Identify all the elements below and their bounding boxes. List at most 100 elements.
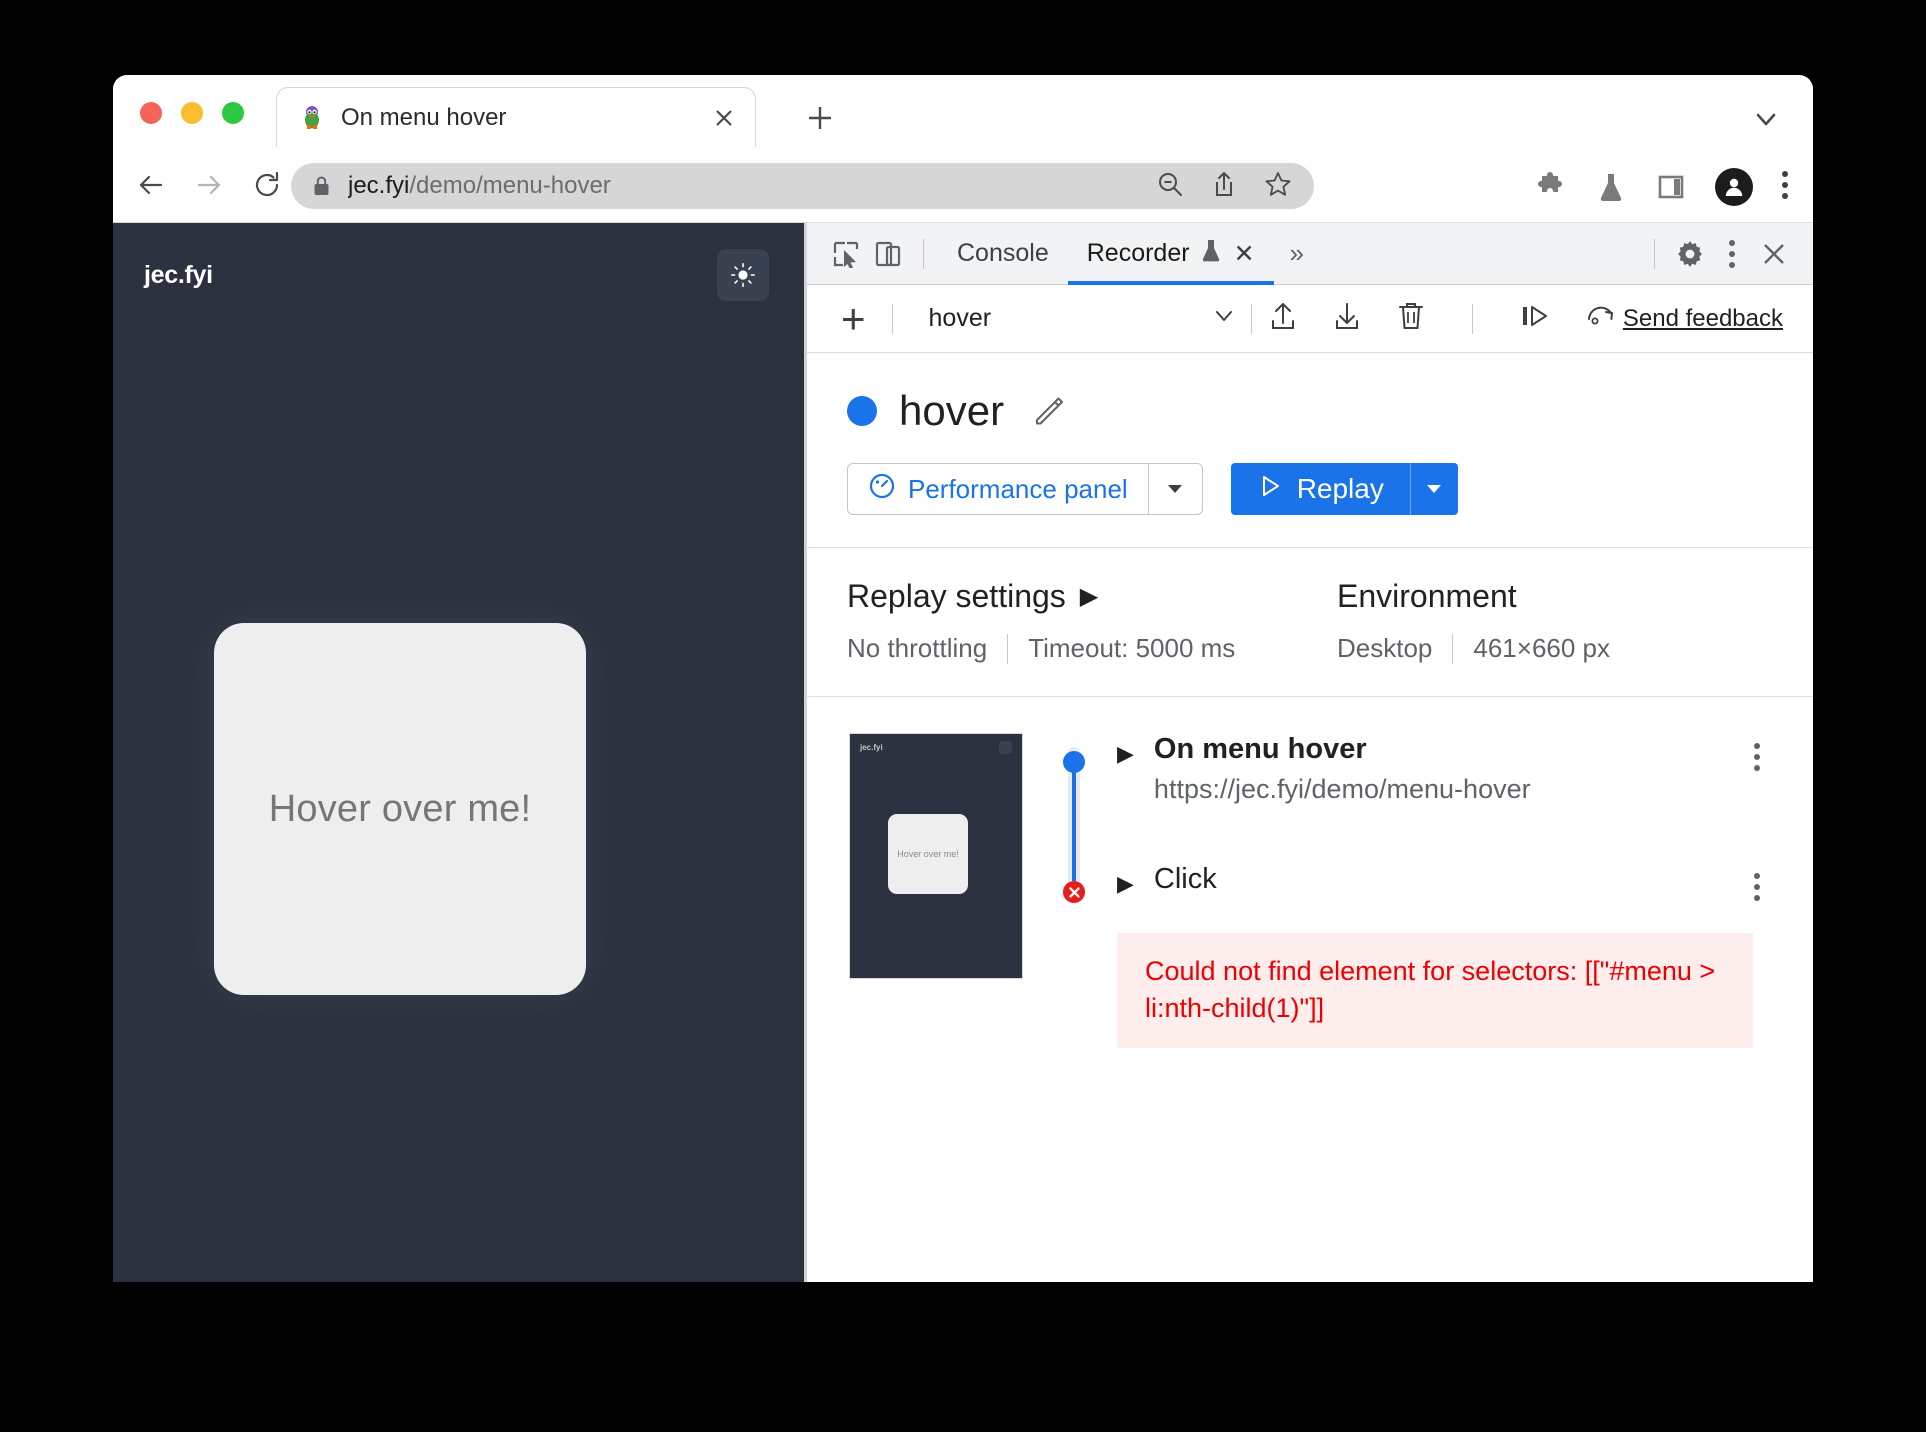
performance-panel-label: Performance panel <box>908 473 1128 504</box>
add-recording-button[interactable]: + <box>829 297 878 340</box>
chevron-down-icon[interactable] <box>1752 105 1780 133</box>
thumbnail-logo: jec.fyi <box>860 743 883 752</box>
toolbar-divider <box>923 238 924 269</box>
tab-console-label: Console <box>957 239 1049 267</box>
replay-button-caret[interactable] <box>1409 463 1458 515</box>
maximize-window-button[interactable] <box>222 102 244 124</box>
forward-arrow-icon[interactable] <box>193 169 225 201</box>
side-panel-icon[interactable] <box>1655 171 1687 203</box>
play-triangle-icon <box>1257 473 1283 506</box>
replay-settings-values: No throttling Timeout: 5000 ms <box>847 633 1337 664</box>
labs-flask-icon[interactable] <box>1595 171 1627 203</box>
device-toolbar-icon[interactable] <box>867 233 909 275</box>
replay-settings-column: Replay settings ▶ No throttling Timeout:… <box>847 578 1337 664</box>
zoom-out-icon[interactable] <box>1156 170 1184 203</box>
recording-select[interactable]: hover <box>907 302 1237 335</box>
expand-triangle-icon: ▶ <box>1079 583 1099 610</box>
step-error-message: Could not find element for selectors: [[… <box>1117 933 1753 1048</box>
url-path: /demo/menu-hover <box>409 172 611 199</box>
web-page-viewport: jec.fyi Hover over me! <box>113 223 804 1282</box>
step-expand-caret[interactable]: ▶ <box>1117 871 1134 897</box>
url-host: jec.fyi <box>348 172 410 199</box>
replay-settings-label: Replay settings <box>847 578 1066 614</box>
step-title: On menu hover <box>1153 733 1367 765</box>
new-tab-button[interactable] <box>805 103 835 133</box>
step-menu-kebab[interactable] <box>1753 873 1761 901</box>
recorder-divider-3 <box>1471 303 1473 334</box>
extensions-puzzle-icon[interactable] <box>1535 171 1567 203</box>
devtools-overflow-button[interactable]: » <box>1274 238 1320 269</box>
minimize-window-button[interactable] <box>181 102 203 124</box>
viewport-value: 461×660 px <box>1473 633 1611 663</box>
step-content: Click <box>1154 863 1753 896</box>
replay-button-group: Replay <box>1230 463 1458 515</box>
value-divider <box>1007 633 1009 664</box>
step-title: Click <box>1153 863 1217 895</box>
replay-button-label: Replay <box>1296 473 1384 504</box>
send-feedback-link[interactable]: Send feedback <box>1623 305 1791 333</box>
replay-settings-header[interactable]: Replay settings ▶ <box>847 578 1337 615</box>
lock-icon <box>313 176 330 197</box>
chevron-down-icon <box>1211 302 1237 335</box>
reload-icon[interactable] <box>251 169 283 201</box>
thumbnail-theme-toggle <box>999 741 1012 754</box>
replay-button[interactable]: Replay <box>1230 463 1410 515</box>
environment-header: Environment <box>1337 578 1610 615</box>
delete-icon[interactable] <box>1394 299 1428 338</box>
throttling-value: No throttling <box>847 633 988 663</box>
step-over-icon[interactable] <box>1517 299 1553 338</box>
performance-panel-button-group: Performance panel <box>847 463 1203 515</box>
step-row[interactable]: ▶ Click <box>1059 863 1813 901</box>
recording-name: hover <box>899 387 1005 434</box>
step-row[interactable]: ▶ On menu hover https://jec.fyi/demo/men… <box>1059 733 1813 805</box>
close-devtools-icon[interactable] <box>1753 233 1795 275</box>
hover-target-card[interactable]: Hover over me! <box>214 623 586 995</box>
tab-close-button[interactable] <box>711 105 737 131</box>
recording-status-dot <box>847 396 877 426</box>
replay-again-icon[interactable] <box>1583 299 1619 338</box>
export-icon[interactable] <box>1266 299 1300 338</box>
back-arrow-icon[interactable] <box>135 169 167 201</box>
browser-window: On menu hover jec.fyi/demo/menu-hover je… <box>113 75 1813 1282</box>
performance-panel-button[interactable]: Performance panel <box>847 463 1149 515</box>
step-content: On menu hover https://jec.fyi/demo/menu-… <box>1154 733 1753 805</box>
value-divider <box>1452 633 1454 664</box>
address-bar[interactable]: jec.fyi/demo/menu-hover <box>291 163 1314 209</box>
sun-icon[interactable] <box>717 249 769 301</box>
step-menu-kebab[interactable] <box>1753 743 1761 771</box>
content-split: jec.fyi Hover over me! Console Recorder … <box>113 223 1813 1282</box>
environment-label: Environment <box>1337 578 1517 614</box>
window-traffic-lights <box>140 102 244 124</box>
close-window-button[interactable] <box>140 102 162 124</box>
tab-console[interactable]: Console <box>938 223 1068 285</box>
step-url: https://jec.fyi/demo/menu-hover <box>1153 774 1531 804</box>
step-screenshot-thumbnail[interactable]: jec.fyi Hover over me! <box>849 733 1023 979</box>
hover-card-label: Hover over me! <box>268 787 532 830</box>
tab-recorder[interactable]: Recorder ✕ <box>1067 223 1274 285</box>
penguin-favicon <box>299 105 325 131</box>
share-icon[interactable] <box>1210 170 1238 203</box>
browser-tab[interactable]: On menu hover <box>276 87 756 147</box>
recording-action-buttons: Performance panel Replay <box>847 463 1813 515</box>
steps-section: jec.fyi Hover over me! ▶ On menu hover h… <box>807 697 1813 1048</box>
browser-menu-kebab[interactable] <box>1781 171 1789 203</box>
omnibox-actions <box>1156 170 1292 203</box>
step-expand-caret[interactable]: ▶ <box>1117 741 1134 767</box>
recording-title-row: hover <box>847 387 1813 435</box>
browser-toolbar: jec.fyi/demo/menu-hover <box>113 147 1813 223</box>
inspect-element-icon[interactable] <box>825 233 867 275</box>
bookmark-star-icon[interactable] <box>1264 170 1292 203</box>
tab-recorder-close[interactable]: ✕ <box>1234 239 1255 269</box>
timeout-value: Timeout: 5000 ms <box>1028 633 1236 663</box>
profile-avatar[interactable] <box>1715 168 1753 206</box>
site-logo: jec.fyi <box>144 261 213 289</box>
recorder-divider-2 <box>1250 303 1252 334</box>
pencil-icon[interactable] <box>1032 394 1066 428</box>
import-icon[interactable] <box>1330 299 1364 338</box>
recorder-divider-1 <box>891 303 893 334</box>
experimental-flask-icon <box>1200 238 1222 269</box>
performance-panel-caret[interactable] <box>1148 463 1203 515</box>
devtools-menu-kebab[interactable] <box>1711 233 1753 275</box>
device-value: Desktop <box>1337 633 1433 663</box>
settings-gear-icon[interactable] <box>1669 233 1711 275</box>
